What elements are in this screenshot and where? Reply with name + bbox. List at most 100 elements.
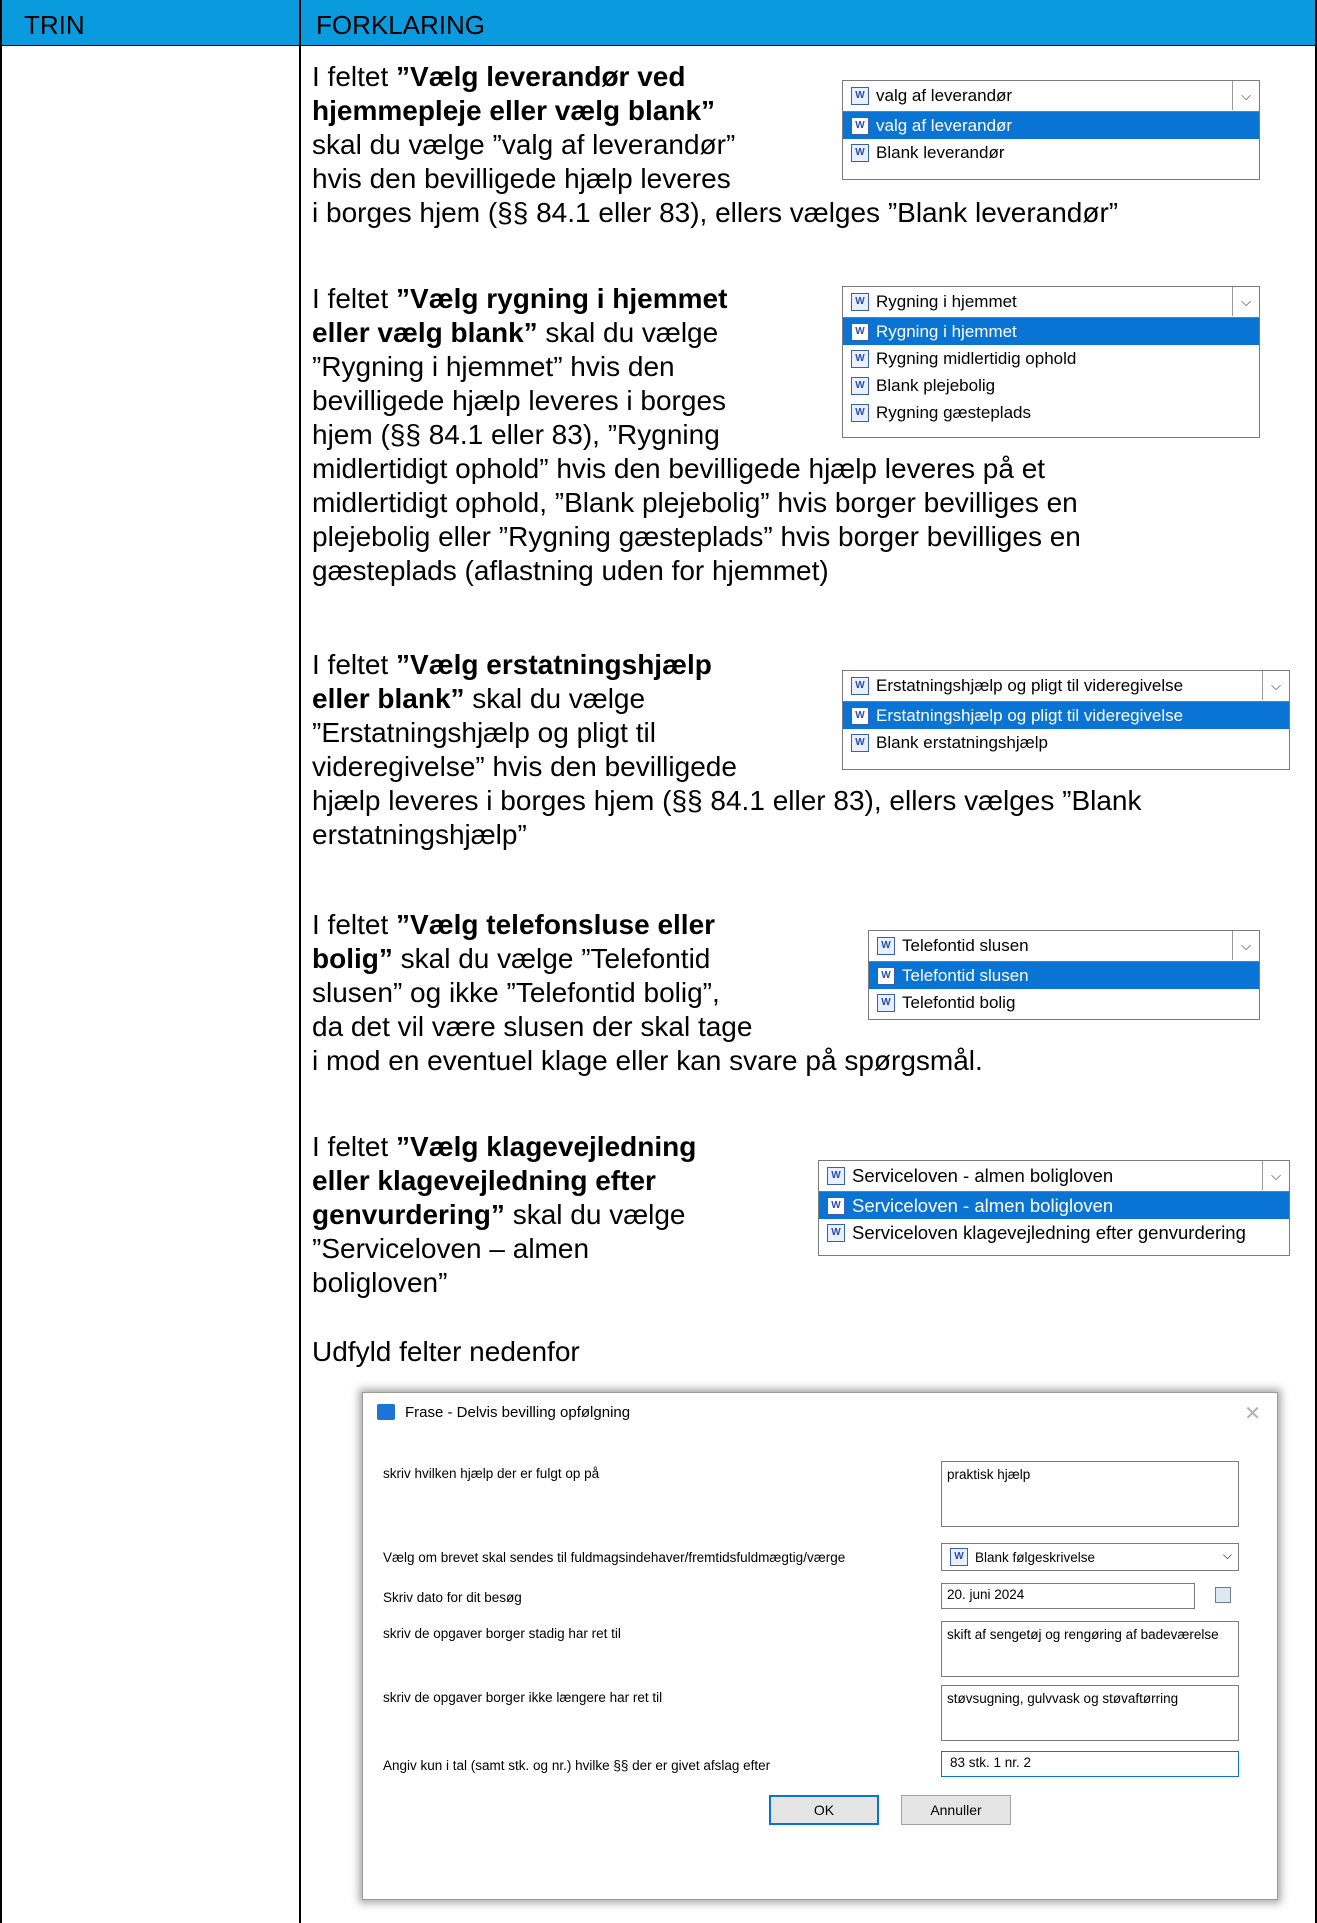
- dropdown-selected-label: valg af leverandør: [876, 86, 1013, 105]
- p5-line5: boligloven”: [312, 1267, 448, 1298]
- dropdown-selected-label: Serviceloven - almen boligloven: [852, 1165, 1114, 1186]
- dropdown-selected-label: Erstatningshjælp og pligt til videregive…: [876, 676, 1184, 695]
- p4-line5: i mod en eventuel klage eller kan svare …: [312, 1045, 983, 1076]
- dropdown-selected[interactable]: W Serviceloven - almen boligloven ⌵: [819, 1161, 1289, 1192]
- word-doc-icon: W: [851, 87, 869, 105]
- p5-line4: ”Serviceloven – almen: [312, 1233, 590, 1264]
- p5-line3: skal du vælge: [504, 1199, 686, 1230]
- chevron-down-icon[interactable]: ⌵: [1232, 81, 1259, 110]
- option-label: Erstatningshjælp og pligt til videregive…: [876, 705, 1184, 725]
- dropdown-option[interactable]: W Telefontid slusen: [869, 962, 1259, 989]
- dropdown-erstatningshjaelp[interactable]: W Erstatningshjælp og pligt til videregi…: [842, 670, 1290, 770]
- field-label: skriv hvilken hjælp der er fulgt op på: [383, 1466, 600, 1481]
- p4-field-name-2: bolig”: [312, 943, 393, 974]
- dropdown-option[interactable]: W Blank plejebolig: [843, 372, 1259, 399]
- p1-line5: i borges hjem (§§ 84.1 eller 83), ellers…: [312, 197, 1119, 228]
- dropdown-selected[interactable]: W Telefontid slusen ⌵: [869, 931, 1259, 962]
- word-doc-icon: W: [851, 349, 869, 368]
- frase-dialog: Frase - Delvis bevilling opfølgning ✕ sk…: [362, 1392, 1278, 1900]
- option-label: Rygning gæsteplads: [876, 402, 1031, 422]
- option-label: Rygning i hjemmet: [876, 321, 1017, 341]
- dropdown-telefonsluse[interactable]: W Telefontid slusen ⌵ W Telefontid slusen…: [868, 930, 1260, 1020]
- header-cell-trin: TRIN: [0, 0, 300, 46]
- dropdown-option[interactable]: W Serviceloven - almen boligloven: [819, 1192, 1289, 1219]
- p2-field-name-1: ”Vælg rygning i hjemmet: [396, 283, 728, 314]
- app-icon: [377, 1404, 395, 1420]
- dropdown-option[interactable]: W Blank erstatningshjælp: [843, 729, 1289, 756]
- chevron-down-icon[interactable]: ⌵: [1232, 931, 1259, 960]
- table-column-divider: [299, 0, 301, 1923]
- field-label: Skriv dato for dit besøg: [383, 1590, 522, 1605]
- header-forklaring: FORKLARING: [316, 10, 486, 40]
- word-doc-icon: W: [877, 966, 895, 985]
- dropdown-selected-label: Rygning i hjemmet: [876, 292, 1017, 311]
- dropdown-option[interactable]: W Rygning gæsteplads: [843, 399, 1259, 426]
- word-doc-icon: W: [851, 733, 869, 752]
- p2-line9: gæsteplads (aflastning uden for hjemmet): [312, 555, 829, 586]
- dropdown-selected[interactable]: W Rygning i hjemmet ⌵: [843, 287, 1259, 318]
- p5-prefix: I feltet: [312, 1131, 397, 1162]
- para-udfyld: Udfyld felter nedenfor: [312, 1335, 1302, 1369]
- word-doc-icon: W: [851, 376, 869, 395]
- word-doc-icon: W: [851, 143, 869, 162]
- p4-line2: skal du vælge ”Telefontid: [392, 943, 711, 974]
- p2-prefix: I feltet: [312, 283, 397, 314]
- option-label: valg af leverandør: [876, 115, 1013, 135]
- dialog-title: Frase - Delvis bevilling opfølgning: [405, 1404, 631, 1421]
- remaining-tasks-textarea[interactable]: skift af sengetøj og rengøring af badevæ…: [941, 1621, 1239, 1677]
- word-doc-icon: W: [950, 1548, 968, 1566]
- word-doc-icon: W: [877, 937, 895, 955]
- p4-field-name-1: ”Vælg telefonsluse eller: [396, 909, 716, 940]
- dropdown-option[interactable]: W Erstatningshjælp og pligt til videregiv…: [843, 702, 1289, 729]
- p3-line6: erstatningshjælp”: [312, 819, 527, 850]
- word-doc-icon: W: [851, 706, 869, 725]
- dialog-titlebar: Frase - Delvis bevilling opfølgning ✕: [363, 1393, 1277, 1431]
- option-label: Blank plejebolig: [876, 375, 996, 395]
- p5-field-name-1: ”Vælg klagevejledning: [396, 1131, 697, 1162]
- dropdown-klagevejledning[interactable]: W Serviceloven - almen boligloven ⌵ W Ser…: [818, 1160, 1290, 1256]
- word-doc-icon: W: [877, 993, 895, 1012]
- chevron-down-icon[interactable]: ⌵: [1223, 1548, 1232, 1563]
- dropdown-selected[interactable]: W Erstatningshjælp og pligt til videregi…: [843, 671, 1289, 702]
- table-border-left: [0, 0, 2, 1923]
- header-cell-forklaring: FORKLARING: [300, 0, 1317, 46]
- dropdown-rygning[interactable]: W Rygning i hjemmet ⌵ W Rygning i hjemmet…: [842, 286, 1260, 438]
- close-icon[interactable]: ✕: [1244, 1401, 1261, 1426]
- help-textarea[interactable]: praktisk hjælp: [941, 1461, 1239, 1527]
- word-doc-icon: W: [827, 1167, 845, 1185]
- ok-button[interactable]: OK: [769, 1795, 879, 1825]
- dropdown-option[interactable]: Wvalg af leverandør: [843, 112, 1259, 139]
- dropdown-option[interactable]: W Telefontid bolig: [869, 989, 1259, 1016]
- visit-date-input[interactable]: 20. juni 2024: [941, 1583, 1195, 1609]
- p3-field-name-1: ”Vælg erstatningshjælp: [396, 649, 712, 680]
- dropdown-selected-label: Telefontid slusen: [902, 936, 1029, 955]
- dropdown-option[interactable]: W Blank leverandør: [843, 139, 1259, 166]
- dropdown-leverandor[interactable]: W valg af leverandør ⌵ Wvalg af leverand…: [842, 80, 1260, 180]
- word-doc-icon: W: [851, 293, 869, 311]
- chevron-down-icon[interactable]: ⌵: [1262, 1161, 1289, 1190]
- option-label: Telefontid bolig: [902, 992, 1016, 1012]
- removed-tasks-textarea[interactable]: støvsugning, gulvvask og støvaftørring: [941, 1685, 1239, 1741]
- recipient-select[interactable]: W Blank følgeskrivelse ⌵: [941, 1543, 1239, 1571]
- dropdown-option[interactable]: W Rygning midlertidig ophold: [843, 345, 1259, 372]
- p3-field-name-2: eller blank”: [312, 683, 465, 714]
- para-klagevejledning: I feltet ”Vælg klagevejledning eller kla…: [312, 1130, 872, 1300]
- p5-field-name-2: eller klagevejledning efter: [312, 1165, 656, 1196]
- dropdown-selected[interactable]: W valg af leverandør ⌵: [843, 81, 1259, 112]
- p2-line8: plejebolig eller ”Rygning gæsteplads” hv…: [312, 521, 1081, 552]
- dropdown-option[interactable]: W Rygning i hjemmet: [843, 318, 1259, 345]
- p1-field-name-1: ”Vælg leverandør ved: [396, 61, 686, 92]
- p6-line1: Udfyld felter nedenfor: [312, 1336, 580, 1367]
- chevron-down-icon[interactable]: ⌵: [1262, 671, 1289, 700]
- p3-prefix: I feltet: [312, 649, 397, 680]
- p1-field-name-2: hjemmepleje eller vælg blank”: [312, 95, 716, 126]
- word-doc-icon: W: [827, 1196, 845, 1215]
- chevron-down-icon[interactable]: ⌵: [1232, 287, 1259, 316]
- option-label: Rygning midlertidig ophold: [876, 348, 1077, 368]
- calendar-icon[interactable]: [1215, 1587, 1231, 1603]
- field-label: Vælg om brevet skal sendes til fuldmagsi…: [383, 1550, 846, 1565]
- cancel-button[interactable]: Annuller: [901, 1795, 1011, 1825]
- paragraph-input[interactable]: 83 stk. 1 nr. 2: [941, 1751, 1239, 1777]
- p5-field-name-3: genvurdering”: [312, 1199, 505, 1230]
- dropdown-option[interactable]: W Serviceloven klagevejledning efter genv…: [819, 1219, 1289, 1246]
